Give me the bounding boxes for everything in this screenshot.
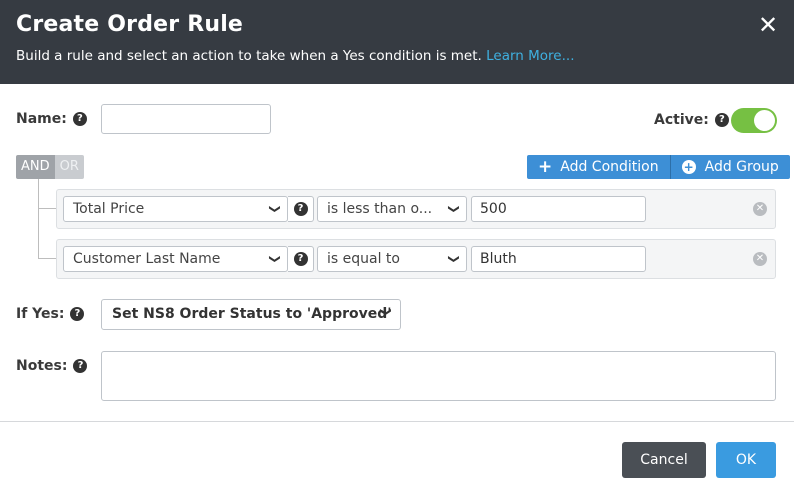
learn-more-link[interactable]: Learn More... [486, 48, 574, 64]
field-help-button[interactable]: ? [288, 196, 314, 222]
toggle-knob [754, 110, 775, 131]
ok-button[interactable]: OK [716, 442, 776, 478]
remove-condition-icon[interactable]: ✕ [753, 202, 767, 216]
remove-condition-icon[interactable]: ✕ [753, 252, 767, 266]
condition-field-select[interactable]: Total Price ❯ [63, 196, 288, 222]
condition-operator-value: is less than o... [327, 201, 433, 217]
notes-label-group: Notes: ? [16, 358, 88, 374]
question-circle-icon: ? [293, 252, 308, 266]
name-input[interactable] [101, 104, 271, 134]
condition-row: Total Price ❯ ? is less than o... ❯ ✕ [56, 189, 776, 229]
name-label-group: Name: ? [16, 111, 87, 127]
condition-actions: + Add Condition + Add Group [527, 155, 790, 179]
condition-value-input[interactable] [471, 246, 646, 272]
if-yes-label-group: If Yes: ? [16, 306, 85, 322]
chevron-down-icon: ❯ [379, 307, 393, 317]
footer-divider [0, 421, 794, 422]
question-circle-icon: ? [293, 202, 308, 216]
question-circle-icon[interactable]: ? [714, 113, 729, 127]
active-label: Active: [654, 112, 709, 128]
add-condition-button[interactable]: + Add Condition [527, 155, 671, 179]
logic-switch: AND OR [16, 155, 84, 179]
add-condition-label: Add Condition [560, 159, 659, 175]
question-circle-icon[interactable]: ? [72, 112, 87, 126]
if-yes-action-select[interactable]: Set NS8 Order Status to 'Approved' ❯ [101, 299, 401, 330]
cancel-button[interactable]: Cancel [622, 442, 706, 478]
if-yes-action-value: Set NS8 Order Status to 'Approved' [112, 306, 392, 322]
condition-operator-select[interactable]: is less than o... ❯ [317, 196, 467, 222]
condition-operator-value: is equal to [327, 251, 400, 267]
chevron-down-icon: ❯ [268, 254, 282, 264]
tree-connector [38, 258, 56, 259]
active-toggle[interactable] [731, 108, 777, 133]
and-button[interactable]: AND [16, 155, 55, 179]
question-circle-icon[interactable]: ? [73, 359, 88, 373]
add-group-button[interactable]: + Add Group [670, 155, 790, 179]
or-button[interactable]: OR [54, 155, 84, 179]
chevron-down-icon: ❯ [268, 204, 282, 214]
condition-field-value: Customer Last Name [73, 251, 221, 267]
plus-icon: + [538, 156, 553, 177]
condition-operator-select[interactable]: is equal to ❯ [317, 246, 467, 272]
active-label-group: Active: ? [654, 112, 729, 128]
dialog-title: Create Order Rule [16, 12, 244, 37]
notes-label: Notes: [16, 358, 68, 374]
dialog-header: Create Order Rule Build a rule and selec… [0, 0, 794, 84]
notes-textarea[interactable] [101, 351, 776, 401]
add-group-label: Add Group [704, 159, 779, 175]
condition-field-select[interactable]: Customer Last Name ❯ [63, 246, 288, 272]
condition-value-input[interactable] [471, 196, 646, 222]
tree-connector [38, 179, 39, 259]
plus-circle-icon: + [681, 160, 696, 174]
chevron-down-icon: ❯ [447, 254, 461, 264]
dialog-subtitle: Build a rule and select an action to tak… [16, 48, 575, 64]
tree-connector [38, 208, 56, 209]
close-icon[interactable]: ✕ [756, 12, 780, 38]
name-label: Name: [16, 111, 67, 127]
condition-field-value: Total Price [73, 201, 145, 217]
if-yes-label: If Yes: [16, 306, 65, 322]
condition-row: Customer Last Name ❯ ? is equal to ❯ ✕ [56, 239, 776, 279]
subtitle-text: Build a rule and select an action to tak… [16, 48, 482, 64]
chevron-down-icon: ❯ [447, 204, 461, 214]
field-help-button[interactable]: ? [288, 246, 314, 272]
question-circle-icon[interactable]: ? [70, 307, 85, 321]
